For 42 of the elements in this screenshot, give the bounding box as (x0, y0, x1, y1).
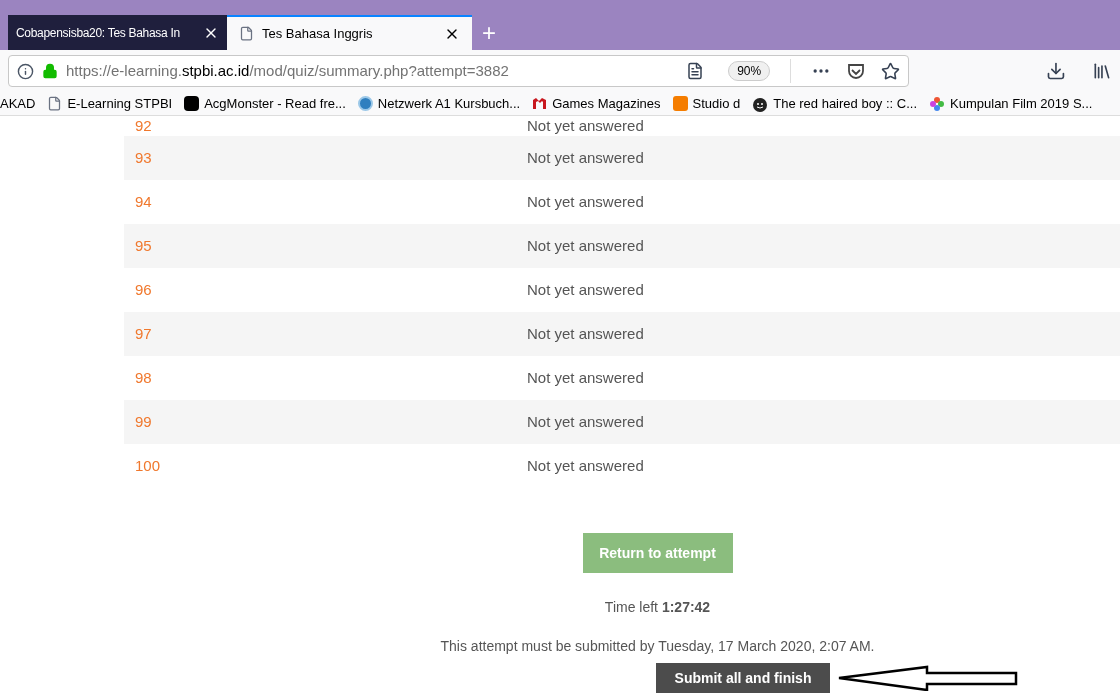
bookmark-logo-icon (184, 96, 200, 111)
zoom-badge[interactable]: 90% (728, 61, 771, 81)
status-text: Not yet answered (527, 115, 644, 136)
pocket-icon[interactable] (847, 62, 866, 80)
bookmark-link[interactable]: Kumpulan Film 2019 S... (950, 93, 1093, 114)
status-text: Not yet answered (527, 455, 644, 476)
download-icon[interactable] (1046, 61, 1067, 81)
tab-title: Cobapensisba20: Tes Bahasa In (16, 24, 181, 42)
tab-title: Tes Bahasa Inggris (262, 24, 374, 43)
arrow-icon (837, 665, 1019, 691)
status-text: Not yet answered (527, 147, 644, 168)
browser-tab[interactable]: Tes Bahasa Inggris (227, 15, 472, 50)
blog-icon (672, 96, 688, 111)
bookmark-link[interactable]: Games Magazines (552, 93, 661, 114)
bookmark-logo-icon (532, 97, 548, 110)
status-text: Not yet answered (527, 411, 644, 432)
face-icon (752, 95, 769, 112)
time-left-text: Time left 1:27:42 (604, 598, 711, 617)
bookmark-link[interactable]: Studio d (692, 93, 741, 114)
status-text: Not yet answered (527, 367, 644, 388)
star-icon[interactable] (881, 61, 901, 81)
status-text: Not yet answered (527, 323, 644, 344)
info-icon[interactable] (17, 62, 34, 80)
submit-button[interactable]: Submit all and finish (656, 663, 830, 693)
page-icon (239, 26, 254, 41)
bookmark-link[interactable]: AcgMonster - Read fre... (204, 93, 346, 114)
status-text: Not yet answered (527, 279, 644, 300)
globe-icon (357, 96, 373, 111)
bookmark-link[interactable]: Netzwerk A1 Kursbuch... (377, 93, 521, 114)
browser-tab[interactable]: Cobapensisba20: Tes Bahasa In (8, 15, 227, 50)
status-text: Not yet answered (527, 191, 644, 212)
url-text: https://e-learning.stpbi.ac.id/mod/quiz/summary.php?attempt=3882 (66, 60, 510, 81)
address-bar[interactable]: https://e-learning.stpbi.ac.id/mod/quiz/summary.php?attempt=3882 90% (8, 55, 910, 87)
bookmark-link[interactable]: The red haired boy :: C... (773, 93, 918, 114)
reader-view-icon[interactable] (686, 62, 705, 80)
flower-icon (929, 95, 946, 112)
deadline-text: This attempt must be submitted by Tuesday, 17 March 2020, 2:07 AM. (440, 637, 875, 656)
bookmark-link[interactable]: E-Learning STPBI (67, 93, 173, 114)
page-icon (47, 96, 63, 111)
bookmark-link[interactable]: AKAD (0, 93, 36, 114)
library-icon[interactable] (1092, 61, 1112, 81)
status-text: Not yet answered (527, 235, 644, 256)
